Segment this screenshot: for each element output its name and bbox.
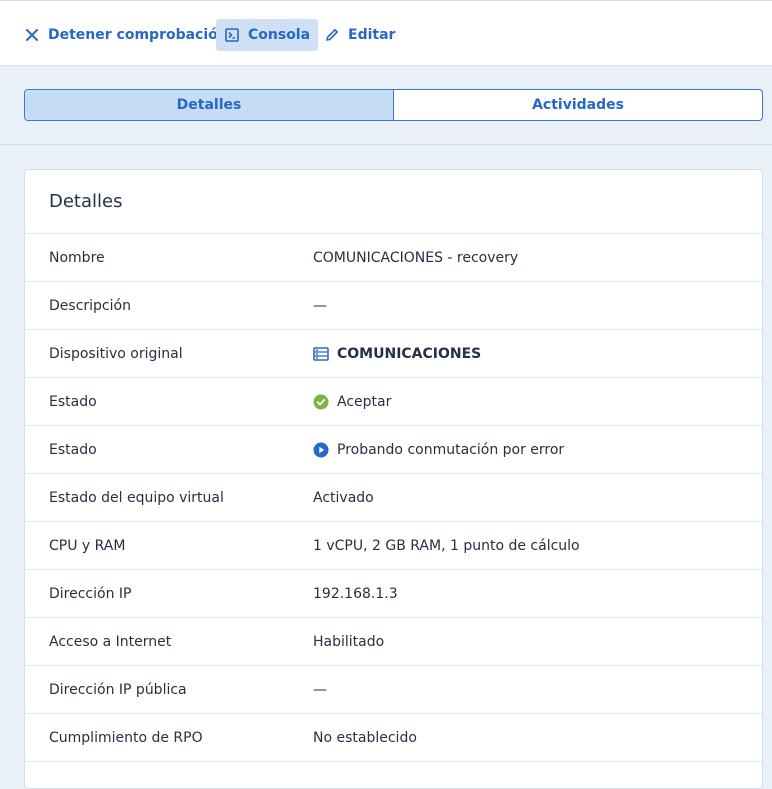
row-label: Cumplimiento de RPO <box>49 729 203 746</box>
row-label: Dirección IP pública <box>49 681 187 698</box>
failover-status-value: Probando conmutación por error <box>337 441 565 458</box>
row-label: Estado <box>49 393 97 410</box>
console-button[interactable]: Consola <box>216 19 319 51</box>
row-label: Dispositivo original <box>49 345 183 362</box>
details-row: Estado Probando conmutación por error <box>25 426 762 474</box>
tab-activities[interactable]: Actividades <box>394 90 762 120</box>
details-row: Estado Aceptar <box>25 378 762 426</box>
name-value: COMUNICACIONES - recovery <box>313 249 519 266</box>
row-label: Descripción <box>49 297 131 314</box>
server-icon <box>313 346 329 362</box>
details-row: Dirección IP pública — <box>25 666 762 714</box>
tab-details[interactable]: Detalles <box>25 90 394 120</box>
row-value: 192.168.1.3 <box>313 586 398 602</box>
close-icon <box>24 27 40 43</box>
row-label: CPU y RAM <box>49 537 126 554</box>
details-row: Nombre COMUNICACIONES - recovery <box>25 234 762 282</box>
toolbar: Detener comprobación Consola Editar <box>0 0 772 66</box>
row-value: COMUNICACIONES - recovery <box>313 250 518 266</box>
original-device-label: COMUNICACIONES <box>337 345 482 362</box>
row-value: Aceptar <box>313 394 391 410</box>
details-row: Estado del equipo virtual Activado <box>25 474 762 522</box>
row-value: — <box>313 298 327 314</box>
internet-access-value: Habilitado <box>313 633 385 650</box>
row-label: Dirección IP <box>49 585 132 602</box>
edit-button[interactable]: Editar <box>316 19 403 51</box>
row-value: No establecido <box>313 730 417 746</box>
rpo-compliance-value: No establecido <box>313 729 417 746</box>
details-row: Descripción — <box>25 282 762 330</box>
details-row: Cumplimiento de RPO No establecido <box>25 714 762 762</box>
row-label: Acceso a Internet <box>49 633 172 650</box>
play-circle-icon <box>313 442 329 458</box>
divider <box>0 144 772 145</box>
details-row: Acceso a Internet Habilitado <box>25 618 762 666</box>
stop-check-button[interactable]: Detener comprobación <box>16 19 236 51</box>
edit-label: Editar <box>348 27 396 43</box>
row-value: Activado <box>313 490 374 506</box>
status-value: Aceptar <box>337 393 392 410</box>
card-title: Detalles <box>25 170 762 234</box>
original-device-link[interactable]: COMUNICACIONES <box>313 346 481 362</box>
console-label: Consola <box>248 27 311 43</box>
details-row: Dispositivo original COMUNICACIONES <box>25 330 762 378</box>
row-label: Estado <box>49 441 97 458</box>
row-value: 1 vCPU, 2 GB RAM, 1 punto de cálculo <box>313 538 580 554</box>
cpu-ram-value: 1 vCPU, 2 GB RAM, 1 punto de cálculo <box>313 537 580 554</box>
row-value: Habilitado <box>313 634 384 650</box>
view-tabs: Detalles Actividades <box>24 89 763 121</box>
public-ip-value: — <box>313 681 327 698</box>
pencil-icon <box>324 27 340 43</box>
details-row: Dirección IP 192.168.1.3 <box>25 570 762 618</box>
vm-state-value: Activado <box>313 489 374 506</box>
details-card: Detalles Nombre COMUNICACIONES - recover… <box>24 169 763 789</box>
row-value: — <box>313 682 327 698</box>
details-row: CPU y RAM 1 vCPU, 2 GB RAM, 1 punto de c… <box>25 522 762 570</box>
row-label: Nombre <box>49 249 105 266</box>
terminal-icon <box>224 27 240 43</box>
ip-address-value: 192.168.1.3 <box>313 585 398 602</box>
check-circle-icon <box>313 394 329 410</box>
row-value: Probando conmutación por error <box>313 442 564 458</box>
stop-check-label: Detener comprobación <box>48 27 228 43</box>
row-label: Estado del equipo virtual <box>49 489 224 506</box>
description-value: — <box>313 297 327 314</box>
